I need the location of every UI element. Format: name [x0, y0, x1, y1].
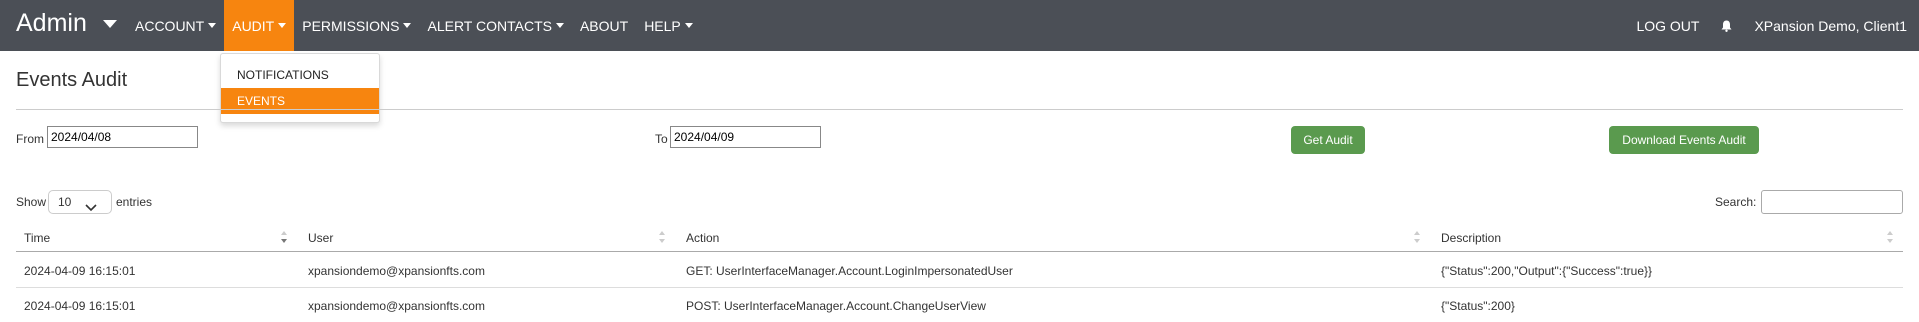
to-label: To	[655, 132, 668, 146]
from-date-input[interactable]	[47, 126, 198, 148]
sort-icon[interactable]	[280, 230, 288, 244]
search-input[interactable]	[1761, 190, 1903, 214]
sort-icon[interactable]	[1413, 230, 1421, 244]
nav-account[interactable]: ACCOUNT	[127, 0, 224, 51]
top-navbar: Admin ACCOUNT AUDIT PERMISSIONS ALERT CO…	[0, 0, 1919, 51]
cell-description: {"Status":200}	[1441, 299, 1515, 313]
nav-permissions-label: PERMISSIONS	[302, 17, 400, 34]
brand-menu[interactable]: Admin	[16, 9, 117, 38]
chevron-down-icon	[85, 197, 97, 219]
entries-label: entries	[116, 195, 153, 209]
column-header-description[interactable]: Description	[1441, 231, 1501, 245]
user-name[interactable]: XPansion Demo, Client1	[1754, 18, 1907, 34]
show-label: Show	[16, 195, 47, 209]
cell-time: 2024-04-09 16:15:01	[24, 264, 136, 278]
caret-down-icon	[684, 23, 693, 28]
sort-icon[interactable]	[658, 230, 666, 244]
page-title: Events Audit	[16, 69, 128, 91]
cell-user: xpansiondemo@xpansionfts.com	[308, 299, 485, 313]
caret-down-icon	[278, 23, 287, 28]
entries-value: 10	[58, 195, 72, 209]
from-label: From	[16, 132, 44, 146]
nav-help[interactable]: HELP	[636, 0, 701, 51]
nav-about[interactable]: ABOUT	[572, 0, 636, 51]
header-divider	[16, 251, 1903, 252]
search-label: Search:	[1715, 195, 1757, 209]
cell-user: xpansiondemo@xpansionfts.com	[308, 264, 485, 278]
nav-about-label: ABOUT	[579, 17, 629, 34]
audit-dropdown-menu: NOTIFICATIONS EVENTS	[220, 53, 380, 123]
sort-icon[interactable]	[1886, 230, 1894, 244]
get-audit-button[interactable]: Get Audit	[1291, 126, 1365, 154]
nav-alert-contacts[interactable]: ALERT CONTACTS	[419, 0, 571, 51]
nav-help-label: HELP	[644, 17, 681, 34]
title-divider	[16, 109, 1903, 110]
caret-down-icon	[102, 19, 117, 28]
nav-permissions[interactable]: PERMISSIONS	[294, 0, 419, 51]
caret-down-icon	[208, 23, 217, 28]
to-date-input[interactable]	[670, 126, 821, 148]
main-nav: ACCOUNT AUDIT PERMISSIONS ALERT CONTACTS…	[127, 0, 701, 51]
cell-description: {"Status":200,"Output":{"Success":true}}	[1441, 264, 1653, 278]
logout-link[interactable]: LOG OUT	[1636, 18, 1699, 34]
bell-icon[interactable]	[1721, 20, 1732, 32]
cell-time: 2024-04-09 16:15:01	[24, 299, 136, 313]
menu-item-events[interactable]: EVENTS	[221, 88, 379, 114]
nav-account-label: ACCOUNT	[135, 17, 205, 34]
cell-action: GET: UserInterfaceManager.Account.LoginI…	[686, 264, 1013, 278]
caret-down-icon	[403, 23, 412, 28]
caret-down-icon	[555, 23, 564, 28]
column-header-action[interactable]: Action	[686, 231, 719, 245]
column-header-time[interactable]: Time	[24, 231, 50, 245]
nav-alert-contacts-label: ALERT CONTACTS	[427, 17, 552, 34]
brand-title: Admin	[16, 9, 87, 37]
right-nav: LOG OUT XPansion Demo, Client1	[1636, 0, 1907, 51]
nav-audit[interactable]: AUDIT	[224, 0, 295, 51]
cell-action: POST: UserInterfaceManager.Account.Chang…	[686, 299, 986, 313]
nav-audit-label: AUDIT	[232, 17, 275, 34]
column-header-user[interactable]: User	[308, 231, 333, 245]
download-events-audit-button[interactable]: Download Events Audit	[1609, 126, 1759, 154]
row-divider	[16, 287, 1903, 288]
menu-item-notifications[interactable]: NOTIFICATIONS	[221, 62, 379, 88]
entries-select[interactable]: 10	[48, 190, 112, 214]
